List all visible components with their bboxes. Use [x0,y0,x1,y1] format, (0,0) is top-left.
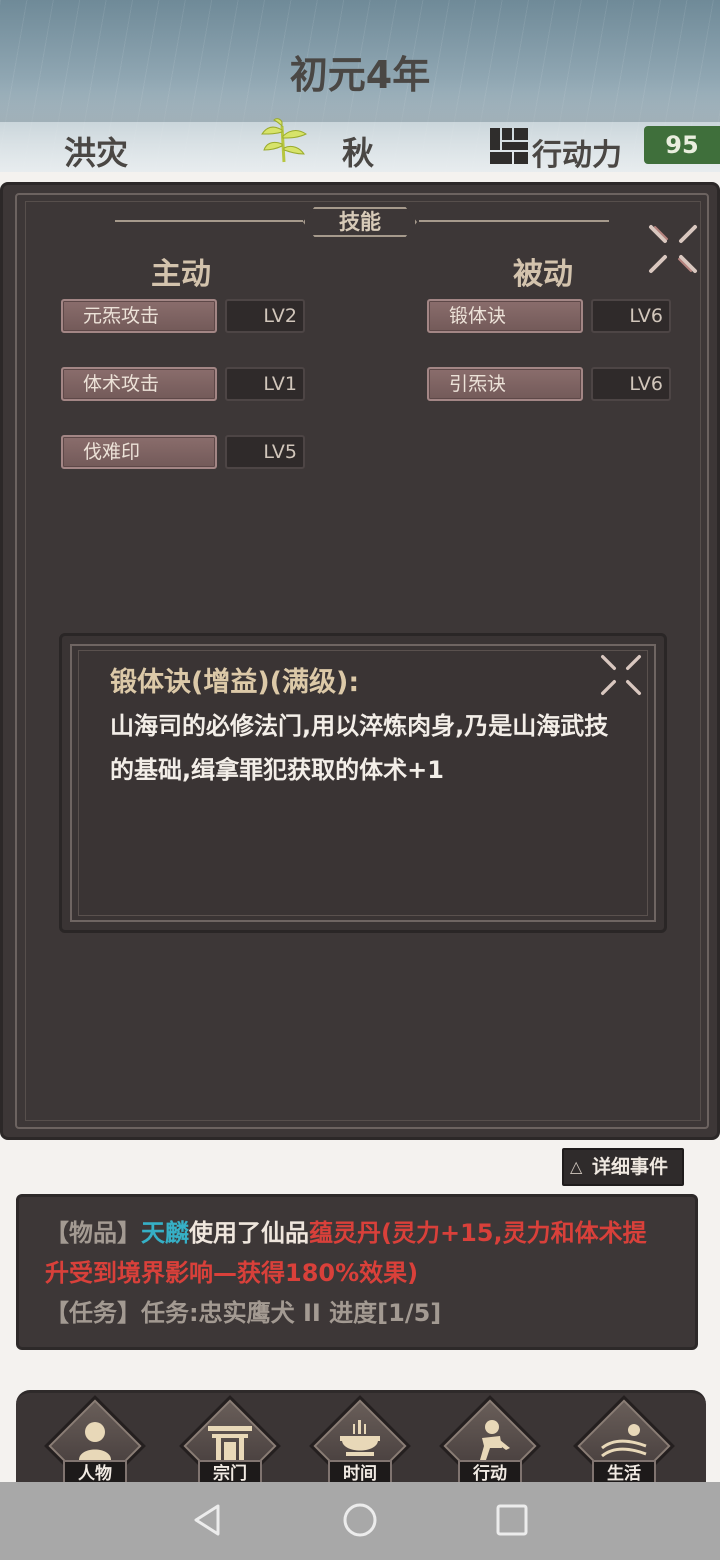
active-skills-header: 主动 [151,257,211,292]
triangle-up-icon: △ [570,1157,583,1176]
skill-level-passive-2: LV6 [591,367,671,401]
action-points-label: 行动力 [532,138,622,172]
event-log: 【物品】天麟使用了仙品蕴灵丹(灵力+15,灵力和体术提升受到境界影响—获得180… [16,1194,698,1350]
nav-button-life[interactable]: 生活 [573,1395,675,1497]
skill-detail-description: 山海司的必修法门,用以淬炼肉身,乃是山海武技的基础,缉拿罪犯获取的体术+1 [110,712,609,784]
log-entry-quest: 【任务】任务:忠实鹰犬 II 进度[1/5] [45,1293,669,1333]
year-title: 初元4年 [289,53,431,97]
season-label: 秋 [342,134,375,172]
detailed-events-button[interactable]: △ 详细事件 [562,1148,684,1186]
back-triangle-icon[interactable] [188,1500,228,1540]
skill-button-active-2[interactable]: 体术攻击 [61,367,217,401]
nav-button-action[interactable]: 行动 [439,1395,541,1497]
skill-level-active-1: LV2 [225,299,305,333]
nav-button-sect[interactable]: 宗门 [179,1395,281,1497]
skill-button-passive-1[interactable]: 锻体诀 [427,299,583,333]
panel-title: 技能 [303,207,417,237]
title-rule-right [419,220,609,222]
log-entry-item: 【物品】天麟使用了仙品蕴灵丹(灵力+15,灵力和体术提升受到境界影响—获得180… [45,1213,669,1293]
skill-level-active-3: LV5 [225,435,305,469]
skill-button-active-3[interactable]: 伐难印 [61,435,217,469]
log-tag-quest: 【任务】 [45,1299,141,1327]
log-item-name: 蕴灵丹 [309,1219,381,1247]
person-icon [79,1422,111,1460]
skill-detail-title: 锻体诀(增益)(满级): [110,667,360,698]
title-rule-left [115,220,303,222]
wall-blocks-icon [490,128,528,164]
skill-detail-popup: 锻体诀(增益)(满级): 山海司的必修法门,用以淬炼肉身,乃是山海武技的基础,缉… [59,633,667,933]
sect-gate-icon [208,1426,252,1460]
action-figure-icon [480,1420,510,1460]
popup-close-button[interactable] [596,650,646,700]
nav-button-time[interactable]: 时间 [309,1395,411,1497]
recents-square-icon[interactable] [492,1500,532,1540]
log-actor-name: 天麟 [141,1219,189,1247]
log-quest-text: 任务:忠实鹰犬 II 进度[1/5] [141,1299,442,1327]
system-navigation-bar [0,1482,720,1560]
incense-burner-icon [340,1420,380,1456]
log-action-text: 使用了仙品 [189,1219,309,1247]
skill-button-passive-2[interactable]: 引炁诀 [427,367,583,401]
top-status-bar: 初元4年 洪灾 秋 行动力 95 [0,0,720,172]
skills-panel: 技能 主动 被动 元炁攻击 LV2 体术攻击 LV1 伐难印 LV5 锻体诀 L… [0,182,720,1140]
landscape-icon [601,1424,647,1458]
bamboo-leaf-icon [261,118,307,163]
skill-level-active-2: LV1 [225,367,305,401]
passive-skills-header: 被动 [513,257,573,292]
detailed-events-label: 详细事件 [592,1156,669,1178]
panel-close-button[interactable] [643,219,703,279]
skill-button-active-1[interactable]: 元炁攻击 [61,299,217,333]
home-circle-icon[interactable] [340,1500,380,1540]
skill-level-passive-1: LV6 [591,299,671,333]
disaster-label: 洪灾 [64,134,129,172]
action-points-badge: 95 [644,126,720,164]
nav-button-character[interactable]: 人物 [44,1395,146,1497]
log-tag-item: 【物品】 [45,1219,141,1247]
